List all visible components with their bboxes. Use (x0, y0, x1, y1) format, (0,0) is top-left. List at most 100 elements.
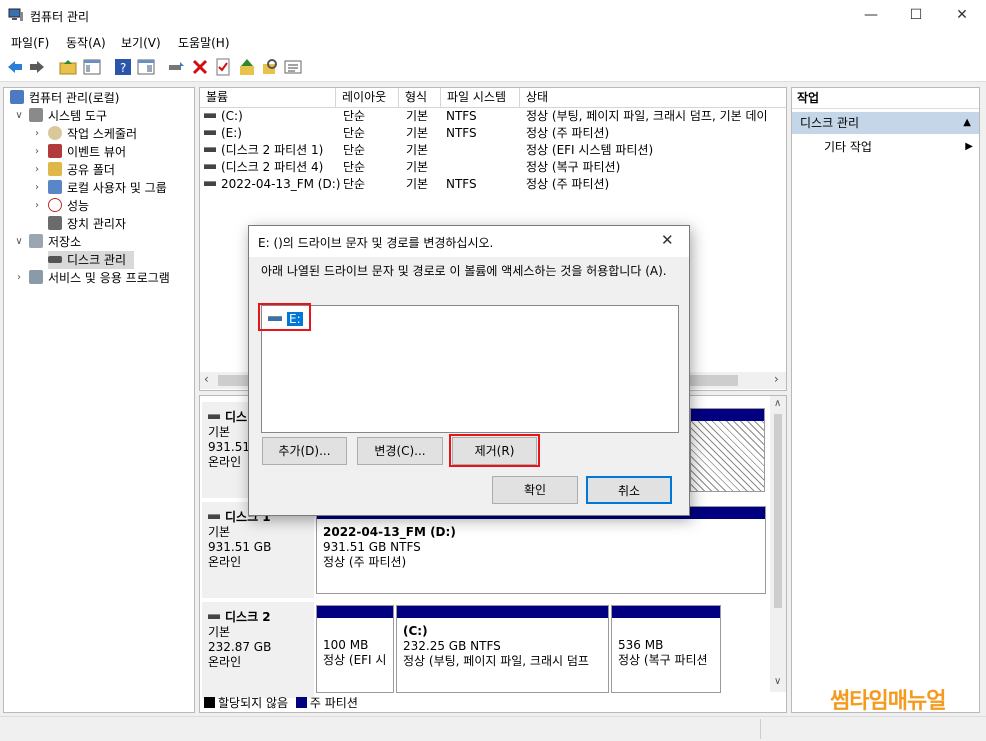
tree-performance[interactable]: 성능 (48, 197, 89, 215)
tree-services[interactable]: 서비스 및 응용 프로그램 (29, 269, 170, 287)
list-icon[interactable] (284, 58, 302, 76)
column-header-type[interactable]: 형식 (399, 88, 441, 108)
up-folder-icon[interactable] (59, 58, 77, 76)
cell-volume: (디스크 2 파티션 1) (221, 143, 324, 157)
partition-recovery[interactable]: 536 MB 정상 (복구 파티션 (611, 605, 721, 693)
column-header-layout[interactable]: 레이아웃 (336, 88, 399, 108)
actions-section-disk-management[interactable]: 디스크 관리 ▲ (792, 112, 979, 134)
help-icon[interactable]: ? (114, 58, 132, 76)
tree-device-manager[interactable]: 장치 관리자 (48, 215, 126, 233)
close-button[interactable]: ✕ (939, 0, 985, 31)
collapse-triangle-icon[interactable]: ▲ (963, 112, 971, 134)
collapse-chevron-icon[interactable]: ∨ (14, 107, 24, 125)
column-header-status[interactable]: 상태 (520, 88, 786, 108)
disk-0-partition[interactable] (690, 408, 765, 492)
scroll-right-icon[interactable]: › (774, 372, 779, 386)
partition-efi[interactable]: 100 MB 정상 (EFI 시 (316, 605, 394, 693)
table-row[interactable]: (C:) 단순 기본 NTFS 정상 (부팅, 페이지 파일, 크래시 덤프, … (200, 108, 786, 125)
minimize-button[interactable]: — (848, 0, 894, 31)
scroll-left-icon[interactable]: ‹ (204, 372, 209, 386)
change-drive-letter-dialog: E: ()의 드라이브 문자 및 경로를 변경하십시오. ✕ 아래 나열된 드라… (248, 225, 690, 516)
tree-storage-label: 저장소 (48, 235, 82, 249)
expand-chevron-icon[interactable]: › (14, 269, 24, 287)
up-arrow-icon[interactable] (238, 58, 256, 76)
table-row[interactable]: 2022-04-13_FM (D:) 단순 기본 NTFS 정상 (주 파티션) (200, 176, 786, 193)
back-arrow-icon[interactable] (6, 58, 24, 76)
status-bar (0, 716, 986, 741)
tree-shared-folders[interactable]: 공유 폴더 (48, 161, 115, 179)
window-title: 컴퓨터 관리 (30, 10, 90, 24)
cell-filesystem: NTFS (446, 177, 477, 191)
tree-root[interactable]: 컴퓨터 관리(로컬) (10, 89, 119, 107)
disk-icon (208, 614, 220, 619)
collapse-chevron-icon[interactable]: ∨ (14, 233, 24, 251)
tree-local-users[interactable]: 로컬 사용자 및 그룹 (48, 179, 167, 197)
forward-arrow-icon[interactable] (28, 58, 46, 76)
tree-event-viewer-label: 이벤트 뷰어 (67, 145, 127, 159)
partition-recovery-status: 정상 (복구 파티션 (618, 653, 708, 667)
find-icon[interactable] (261, 58, 279, 76)
tree-system-tools-label: 시스템 도구 (48, 109, 108, 123)
add-button[interactable]: 추가(D)... (262, 437, 347, 465)
menu-action[interactable]: 동작(A) (66, 34, 106, 51)
expand-chevron-icon[interactable]: › (32, 161, 42, 179)
column-header-filesystem[interactable]: 파일 시스템 (441, 88, 520, 108)
cell-volume: (디스크 2 파티션 4) (221, 160, 324, 174)
tree-storage[interactable]: 저장소 (29, 233, 81, 251)
show-pane-icon[interactable] (83, 58, 101, 76)
actions-header: 작업 (792, 88, 979, 109)
watermark-logo: 썸타임매뉴얼 (830, 689, 946, 714)
highlight-box (449, 434, 540, 467)
vertical-scrollbar[interactable]: ∧ ∨ (770, 396, 786, 692)
tree-event-viewer[interactable]: 이벤트 뷰어 (48, 143, 126, 161)
column-header-volume[interactable]: 볼륨 (200, 88, 336, 108)
status-divider (760, 719, 761, 739)
connect-drive-icon[interactable] (167, 58, 185, 76)
submenu-arrow-icon: ▶ (965, 141, 973, 152)
scrollbar-thumb[interactable] (774, 414, 782, 608)
dialog-title: E: ()의 드라이브 문자 및 경로를 변경하십시오. (258, 236, 494, 250)
delete-x-icon[interactable] (191, 58, 209, 76)
table-row[interactable]: (디스크 2 파티션 1) 단순 기본 정상 (EFI 시스템 파티션) (200, 142, 786, 159)
tree-system-tools[interactable]: 시스템 도구 (29, 107, 107, 125)
partition-d[interactable]: 2022-04-13_FM (D:) 931.51 GB NTFS 정상 (주 … (316, 506, 766, 594)
expand-chevron-icon[interactable]: › (32, 125, 42, 143)
tools-icon (29, 108, 43, 122)
disk-1-status: 온라인 (208, 555, 242, 569)
tree-task-scheduler[interactable]: 작업 스케줄러 (48, 125, 137, 143)
disk-icon (208, 514, 220, 519)
partition-d-size: 931.51 GB NTFS (323, 540, 421, 554)
cancel-button[interactable]: 취소 (586, 476, 672, 504)
services-icon (29, 270, 43, 284)
maximize-button[interactable]: ☐ (893, 0, 939, 31)
drive-icon (204, 113, 216, 118)
check-icon[interactable] (214, 58, 232, 76)
ok-button[interactable]: 확인 (492, 476, 578, 504)
expand-chevron-icon[interactable]: › (32, 179, 42, 197)
partition-c[interactable]: (C:) 232.25 GB NTFS 정상 (부팅, 페이지 파일, 크래시 … (396, 605, 609, 693)
table-row[interactable]: (E:) 단순 기본 NTFS 정상 (주 파티션) (200, 125, 786, 142)
menu-help[interactable]: 도움말(H) (178, 34, 230, 51)
partition-d-status: 정상 (주 파티션) (323, 555, 407, 569)
scroll-up-icon[interactable]: ∧ (774, 398, 781, 409)
scroll-down-icon[interactable]: ∨ (774, 676, 781, 687)
change-button[interactable]: 변경(C)... (357, 437, 443, 465)
cell-filesystem: NTFS (446, 126, 477, 140)
disk-2-info[interactable]: 디스크 2 기본 232.87 GB 온라인 (202, 602, 314, 698)
menu-file[interactable]: 파일(F) (11, 34, 49, 51)
table-row[interactable]: (디스크 2 파티션 4) 단순 기본 정상 (복구 파티션) (200, 159, 786, 176)
tree-disk-management[interactable]: 디스크 관리 (48, 251, 135, 269)
drive-letter-list[interactable]: E: (261, 305, 679, 433)
menu-view[interactable]: 보기(V) (121, 34, 161, 51)
drive-icon (204, 164, 216, 169)
clock-icon (48, 126, 62, 140)
properties-pane-icon[interactable] (137, 58, 155, 76)
partition-bar (691, 409, 764, 421)
actions-more[interactable]: 기타 작업 ▶ (792, 137, 979, 157)
dialog-close-icon[interactable]: ✕ (661, 231, 674, 249)
expand-chevron-icon[interactable]: › (32, 197, 42, 215)
cell-type: 기본 (406, 126, 429, 140)
tree-device-manager-label: 장치 관리자 (67, 217, 127, 231)
expand-chevron-icon[interactable]: › (32, 143, 42, 161)
disk-1-info[interactable]: 디스크 1 기본 931.51 GB 온라인 (202, 502, 314, 598)
